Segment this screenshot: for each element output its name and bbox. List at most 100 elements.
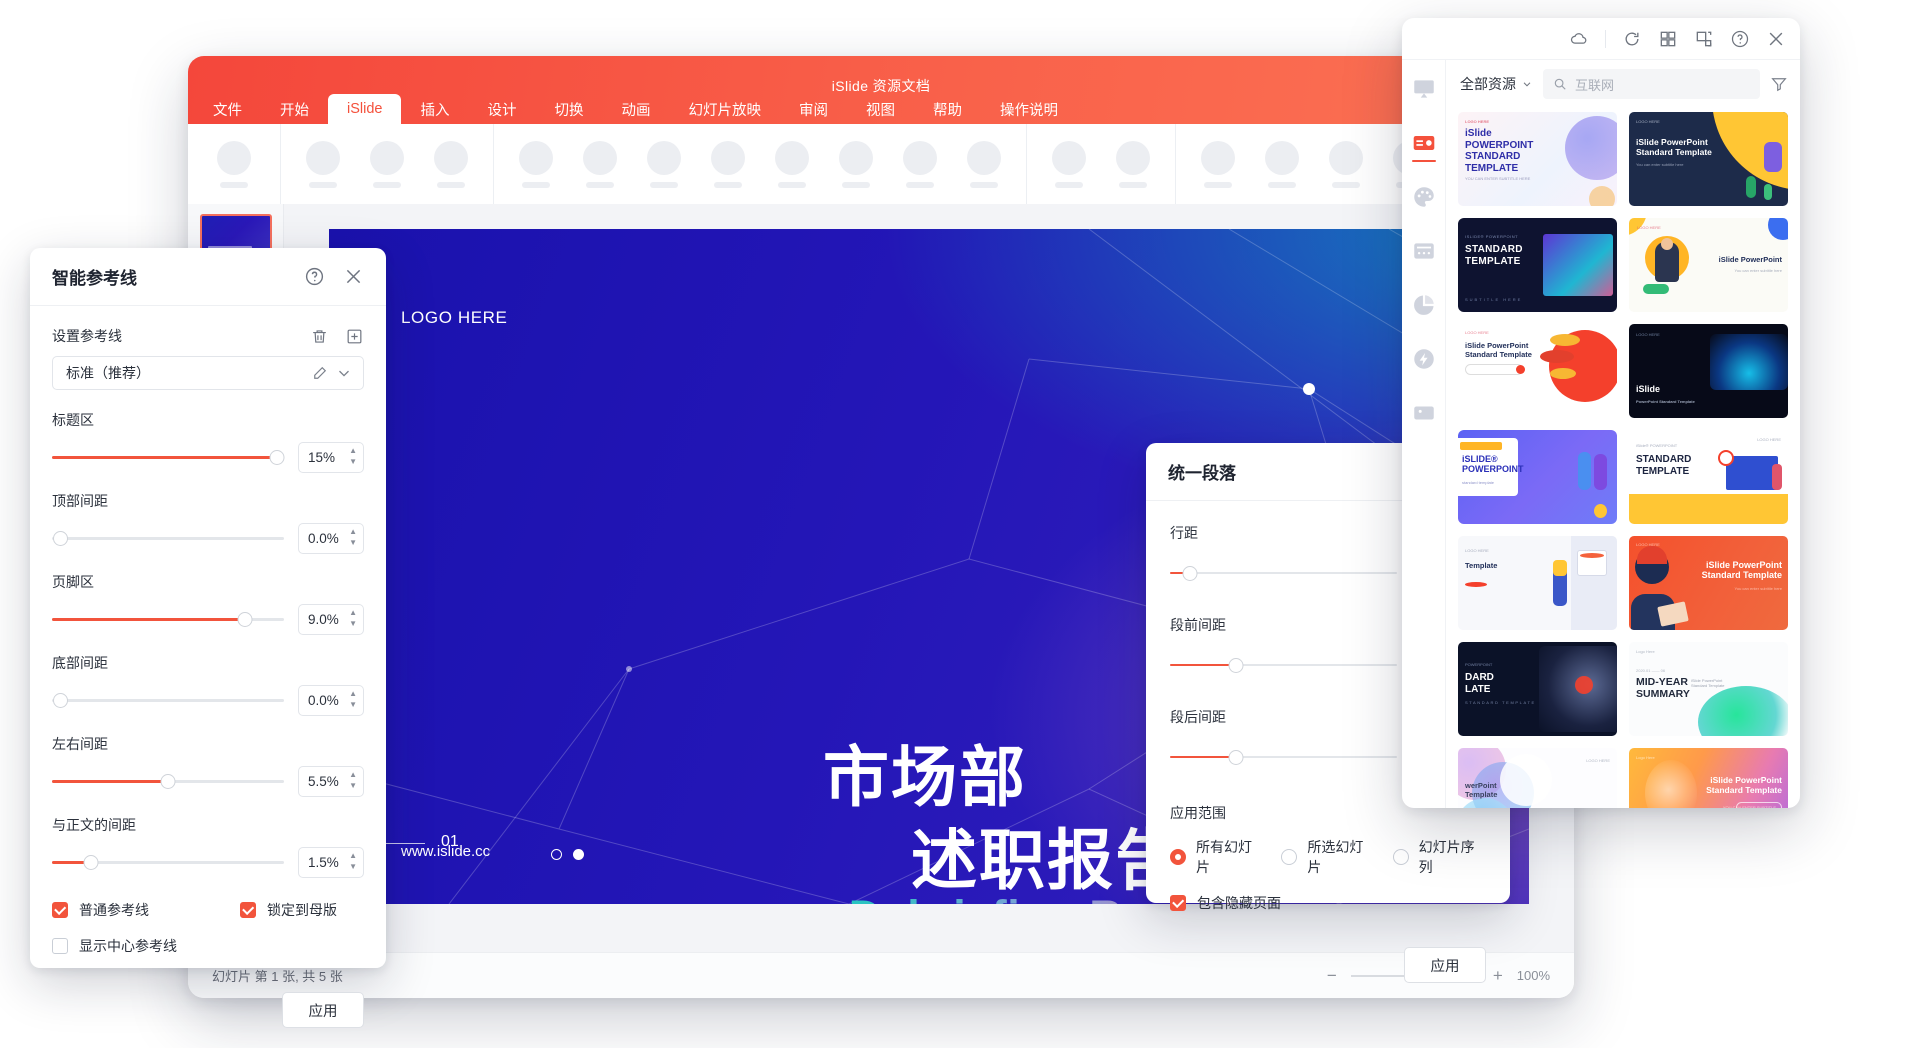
chevron-down-icon[interactable] [1521, 78, 1533, 90]
guides-slider-footer-zone[interactable]: 页脚区 9.0% ▲ ▼ [52, 572, 364, 635]
help-circle-icon[interactable] [304, 266, 325, 287]
guides-checkbox-row-1[interactable]: 普通参考线 锁定到母版 [52, 900, 364, 920]
template-card[interactable]: iSLIDE® POWERPOINT standard template [1458, 430, 1617, 524]
ribbon-button[interactable] [1101, 140, 1165, 188]
ribbon-button[interactable] [952, 140, 1016, 188]
slider-handle[interactable] [237, 612, 253, 627]
grid-icon[interactable] [1658, 29, 1678, 49]
palette-icon[interactable] [1411, 184, 1437, 210]
slider-value-input[interactable]: 0.0% ▲ ▼ [298, 523, 364, 554]
slider-handle[interactable] [269, 450, 285, 465]
template-card[interactable]: LOGO HERE iSlide PowerPoint Standard Tem… [1458, 324, 1617, 418]
slider-track-wrap[interactable] [52, 530, 284, 548]
guides-slider-top-margin[interactable]: 顶部间距 0.0% ▲ ▼ [52, 491, 364, 554]
template-card[interactable]: ISLIDE® POWERPOINT STANDARD TEMPLATE SUB… [1458, 218, 1617, 312]
ribbon-button[interactable] [888, 140, 952, 188]
smart-guides-dialog[interactable]: 智能参考线 设置参考线 标准（推荐） 标题区 15% ▲ ▼ 顶部间距 0.0%… [30, 248, 386, 1028]
stepper-arrows[interactable]: ▲▼ [349, 528, 357, 547]
radio-slide-range[interactable]: 幻灯片序列 [1392, 837, 1486, 877]
template-card[interactable]: DARD LATE POWERPOINT STANDARD TEMPLATE [1458, 642, 1617, 736]
filter-icon[interactable] [1770, 75, 1788, 93]
slide-icon[interactable] [1411, 76, 1437, 102]
ribbon-button[interactable] [696, 140, 760, 188]
radio-circle[interactable] [1281, 849, 1298, 865]
guides-slider-side-margin[interactable]: 左右间距 5.5% ▲ ▼ [52, 734, 364, 797]
cloud-icon[interactable] [1569, 29, 1589, 49]
slider-track-wrap[interactable] [1170, 564, 1397, 582]
ribbon-tab-view[interactable]: 视图 [847, 94, 914, 124]
ribbon-tab-design[interactable]: 设计 [468, 94, 535, 124]
template-card[interactable]: LOGO HERE iSlide PowerPoint Standard Tem… [1629, 536, 1788, 630]
slider-track-wrap[interactable] [52, 854, 284, 872]
ribbon-group-4[interactable] [1027, 124, 1176, 204]
ribbon-tab-help[interactable]: 帮助 [914, 94, 981, 124]
stepper-arrows[interactable]: ▲▼ [349, 690, 357, 709]
radio-selected-slides[interactable]: 所选幻灯片 [1281, 837, 1374, 877]
resource-sidebar-rail[interactable] [1402, 60, 1446, 808]
slider-track-wrap[interactable] [52, 773, 284, 791]
template-card[interactable]: LOGO HERE iSlide PowerPoint Standard Tem… [1629, 324, 1788, 418]
template-card[interactable]: werPoint Template LOGO HERE [1458, 748, 1617, 808]
slider-value-input[interactable]: 15% ▲ ▼ [298, 442, 364, 473]
chevron-down-icon[interactable] [335, 364, 353, 382]
ribbon-tab-tellme[interactable]: 操作说明 [981, 94, 1077, 124]
resource-library-window[interactable]: 全部资源 互联网 LOGO HERE iSlide POWERPOINT STA… [1402, 18, 1800, 808]
ribbon-tab-slideshow[interactable]: 幻灯片放映 [669, 94, 780, 124]
ribbon-group-1[interactable] [188, 124, 281, 204]
resource-search-input[interactable]: 互联网 [1543, 69, 1760, 99]
slider-value-input[interactable]: 9.0% ▲ ▼ [298, 604, 364, 635]
stepper-arrows[interactable]: ▲▼ [349, 852, 357, 871]
table-icon[interactable] [1411, 238, 1437, 264]
template-card[interactable]: LOGO HERE iSlide PowerPoint Standard Tem… [1629, 112, 1788, 206]
image-icon[interactable] [1411, 400, 1437, 426]
ribbon-commands[interactable] [188, 124, 1574, 204]
bolt-icon[interactable] [1411, 346, 1437, 372]
ribbon-group-2[interactable] [281, 124, 494, 204]
slider-handle[interactable] [160, 774, 176, 789]
trash-icon[interactable] [310, 327, 329, 346]
edit-square-icon[interactable] [311, 364, 329, 382]
slider-handle[interactable] [53, 531, 68, 546]
guides-actions[interactable] [310, 327, 364, 346]
ribbon-tab-insert[interactable]: 插入 [401, 94, 468, 124]
guides-apply-button[interactable]: 应用 [282, 992, 364, 1028]
slider-handle[interactable] [1228, 749, 1244, 765]
ribbon-button[interactable] [632, 140, 696, 188]
checkbox-box[interactable] [52, 938, 68, 954]
plus-square-icon[interactable] [345, 327, 364, 346]
checkbox-box[interactable] [240, 902, 256, 918]
slider-track-wrap[interactable] [1170, 748, 1397, 766]
radio-circle[interactable] [1392, 849, 1409, 865]
close-icon[interactable] [1766, 29, 1786, 49]
stepper-arrows[interactable]: ▲▼ [349, 771, 357, 790]
ribbon-tab-animation[interactable]: 动画 [602, 94, 669, 124]
resource-search-bar[interactable]: 全部资源 互联网 [1446, 60, 1800, 108]
ribbon-button[interactable] [291, 140, 355, 188]
ribbon-button[interactable] [202, 140, 266, 188]
ribbon-tab-strip[interactable]: 文件 开始 iSlide 插入 设计 切换 动画 幻灯片放映 审阅 视图 帮助 … [188, 94, 1574, 124]
ribbon-button[interactable] [824, 140, 888, 188]
ribbon-button[interactable] [568, 140, 632, 188]
guides-slider-bottom-margin[interactable]: 底部间距 0.0% ▲ ▼ [52, 653, 364, 716]
slider-track-wrap[interactable] [1170, 656, 1397, 674]
ribbon-button[interactable] [504, 140, 568, 188]
stepper-arrows[interactable]: ▲▼ [349, 609, 357, 628]
ribbon-tab-review[interactable]: 审阅 [780, 94, 847, 124]
template-card[interactable]: LOGO HERE iSlide POWERPOINT STANDARD TEM… [1458, 112, 1617, 206]
layout-icon[interactable] [1694, 29, 1714, 49]
close-icon[interactable] [343, 266, 364, 287]
radio-all-slides[interactable]: 所有幻灯片 [1170, 837, 1263, 877]
slider-value-input[interactable]: 1.5% ▲ ▼ [298, 847, 364, 878]
template-card[interactable]: Logo Here 2020.01 —— 06 MID-YEAR SUMMARY… [1629, 642, 1788, 736]
pie-chart-icon[interactable] [1411, 292, 1437, 318]
checkbox-center-guides[interactable]: 显示中心参考线 [52, 936, 364, 956]
ribbon-button[interactable] [1037, 140, 1101, 188]
slider-value-input[interactable]: 0.0% ▲ ▼ [298, 685, 364, 716]
checkbox-lock-master[interactable]: 锁定到母版 [240, 900, 337, 920]
ribbon-tab-file[interactable]: 文件 [194, 94, 261, 124]
paragraph-apply-button[interactable]: 应用 [1404, 947, 1486, 983]
guides-slider-body-gap[interactable]: 与正文的间距 1.5% ▲ ▼ [52, 815, 364, 878]
checkbox-box[interactable] [1170, 895, 1186, 911]
ribbon-tab-transition[interactable]: 切换 [535, 94, 602, 124]
template-card-icon[interactable] [1411, 130, 1437, 162]
